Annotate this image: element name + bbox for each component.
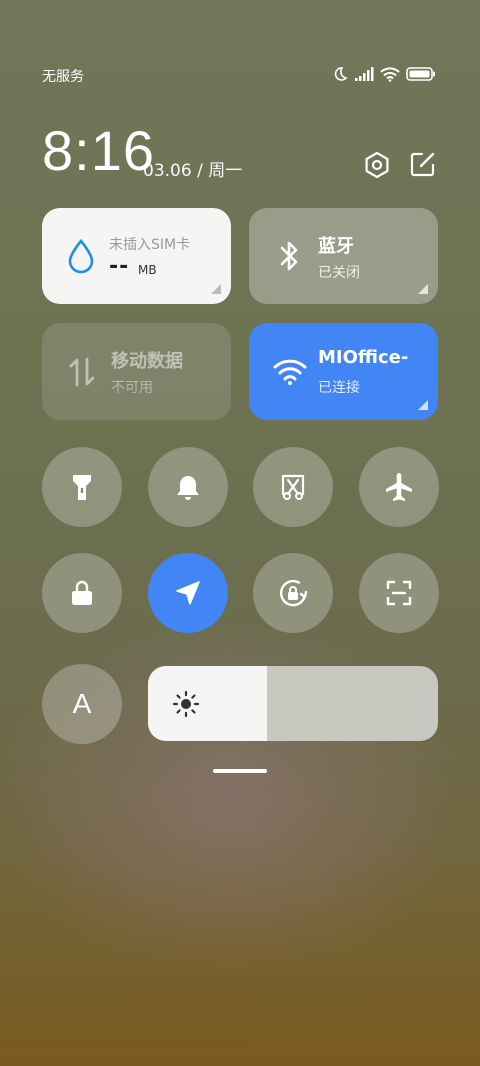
bell-icon bbox=[177, 476, 199, 500]
data-usage-value: -- bbox=[109, 254, 130, 279]
bluetooth-icon bbox=[280, 241, 298, 271]
data-usage-unit: MB bbox=[138, 263, 157, 277]
battery-icon bbox=[406, 67, 435, 81]
flashlight-toggle[interactable] bbox=[42, 447, 122, 527]
airplane-mode-toggle[interactable] bbox=[359, 447, 439, 527]
home-indicator[interactable] bbox=[213, 769, 267, 773]
signal-icon bbox=[355, 67, 374, 81]
mobile-data-title: 移动数据 bbox=[111, 351, 183, 372]
carrier-status: 无服务 bbox=[42, 69, 84, 85]
settings-icon bbox=[365, 151, 389, 179]
brightness-icon bbox=[172, 690, 200, 718]
font-size-button[interactable]: A bbox=[42, 664, 122, 744]
moon-icon bbox=[334, 67, 348, 81]
brightness-slider[interactable] bbox=[148, 666, 438, 741]
rotation-lock-toggle[interactable] bbox=[253, 553, 333, 633]
bluetooth-tile[interactable]: 蓝牙 已关闭 bbox=[249, 208, 438, 304]
wifi-tile[interactable]: MIOffice- 已连接 bbox=[249, 323, 438, 420]
font-size-label: A bbox=[72, 688, 92, 719]
lock-screen-toggle[interactable] bbox=[42, 553, 122, 633]
mobile-data-icon bbox=[69, 357, 95, 387]
status-icons bbox=[332, 66, 436, 82]
wifi-icon bbox=[380, 66, 400, 82]
expand-corner-icon bbox=[211, 284, 221, 294]
data-usage-tile[interactable]: 未插入SIM卡 -- MB bbox=[42, 208, 231, 304]
expand-corner-icon bbox=[418, 400, 428, 410]
mobile-data-status: 不可用 bbox=[111, 380, 153, 396]
rotation-lock-icon bbox=[279, 579, 308, 607]
wifi-status: 已连接 bbox=[318, 380, 360, 396]
wifi-network-name: MIOffice- bbox=[318, 347, 409, 368]
scanner-toggle[interactable] bbox=[359, 553, 439, 633]
brightness-fill bbox=[148, 666, 267, 741]
sim-status-label: 未插入SIM卡 bbox=[109, 237, 191, 253]
clock-time: 8:16 bbox=[42, 119, 155, 182]
edit-button[interactable] bbox=[409, 150, 437, 178]
water-drop-icon bbox=[68, 238, 94, 274]
screenshot-toggle[interactable] bbox=[253, 447, 333, 527]
expand-corner-icon bbox=[418, 284, 428, 294]
scan-icon bbox=[386, 580, 412, 606]
bluetooth-status: 已关闭 bbox=[318, 265, 360, 281]
wifi-icon bbox=[273, 359, 307, 385]
lock-icon bbox=[72, 580, 92, 605]
bluetooth-title: 蓝牙 bbox=[318, 236, 354, 257]
settings-button[interactable] bbox=[362, 150, 392, 180]
silent-toggle[interactable] bbox=[148, 447, 228, 527]
edit-icon bbox=[410, 152, 435, 177]
location-toggle[interactable] bbox=[148, 553, 228, 633]
date-label: 03.06 / 周一 bbox=[143, 161, 243, 181]
location-icon bbox=[176, 581, 200, 605]
airplane-icon bbox=[386, 473, 412, 501]
mobile-data-tile[interactable]: 移动数据 不可用 bbox=[42, 323, 231, 420]
screenshot-icon bbox=[281, 474, 305, 500]
flashlight-icon bbox=[73, 475, 91, 500]
